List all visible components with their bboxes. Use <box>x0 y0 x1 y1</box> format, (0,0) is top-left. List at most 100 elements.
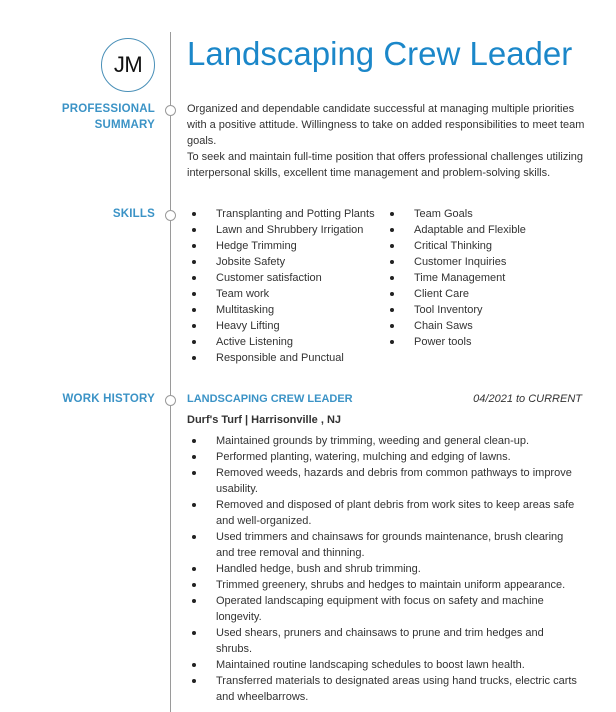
job-bullet-text: Maintained routine landscaping schedules… <box>216 659 525 671</box>
bullet-icon <box>192 308 196 312</box>
job-bullet-text: Performed planting, watering, mulching a… <box>216 451 511 463</box>
resume-title: Landscaping Crew Leader <box>187 35 573 72</box>
bullet-icon <box>192 583 196 587</box>
timeline-line <box>170 32 171 712</box>
skill-item: Multitasking <box>187 302 375 318</box>
initials-avatar: JM <box>101 38 155 92</box>
skill-item-text: Chain Saws <box>414 320 473 332</box>
job-bullet-text: Removed and disposed of plant debris fro… <box>216 499 575 527</box>
skill-item: Adaptable and Flexible <box>385 222 526 238</box>
job-bullet-text: Used trimmers and chainsaws for grounds … <box>216 531 564 559</box>
skill-item-text: Customer Inquiries <box>414 256 507 268</box>
skill-item: Responsible and Punctual <box>187 350 375 366</box>
skill-item: Power tools <box>385 334 526 350</box>
bullet-icon <box>390 340 394 344</box>
bullet-icon <box>390 324 394 328</box>
job-bullet: Used trimmers and chainsaws for grounds … <box>187 529 582 561</box>
bullet-icon <box>192 276 196 280</box>
job-bullet-text: Maintained grounds by trimming, weeding … <box>216 435 530 447</box>
timeline-node-icon <box>165 210 176 221</box>
skill-item-text: Heavy Lifting <box>216 320 280 332</box>
skill-item-text: Time Management <box>414 272 506 284</box>
skill-item-text: Critical Thinking <box>414 240 493 252</box>
job-bullet: Performed planting, watering, mulching a… <box>187 449 582 465</box>
job-bullet-text: Trimmed greenery, shrubs and hedges to m… <box>216 579 566 591</box>
skill-item-text: Team Goals <box>414 208 473 220</box>
skill-item-text: Adaptable and Flexible <box>414 224 526 236</box>
job-bullet: Maintained routine landscaping schedules… <box>187 657 582 673</box>
bullet-icon <box>390 260 394 264</box>
skill-item: Heavy Lifting <box>187 318 375 334</box>
initials-text: JM <box>113 52 143 77</box>
skill-item-text: Multitasking <box>216 304 275 316</box>
skill-item-text: Client Care <box>414 288 470 300</box>
skill-item: Customer satisfaction <box>187 270 375 286</box>
bullet-icon <box>192 567 196 571</box>
bullet-icon <box>390 276 394 280</box>
skill-item: Client Care <box>385 286 526 302</box>
bullet-icon <box>192 679 196 683</box>
job-bullet-text: Operated landscaping equipment with focu… <box>216 595 544 623</box>
bullet-icon <box>390 228 394 232</box>
timeline-node-icon <box>165 105 176 116</box>
skill-item: Time Management <box>385 270 526 286</box>
bullet-icon <box>192 244 196 248</box>
bullet-icon <box>192 356 196 360</box>
skill-item-text: Tool Inventory <box>414 304 483 316</box>
skill-item-text: Jobsite Safety <box>216 256 286 268</box>
bullet-icon <box>192 292 196 296</box>
skills-content: Transplanting and Potting Plants Lawn and… <box>187 206 597 371</box>
bullet-icon <box>192 535 196 539</box>
bullet-icon <box>192 212 196 216</box>
skill-item: Critical Thinking <box>385 238 526 254</box>
skill-item: Transplanting and Potting Plants <box>187 206 375 222</box>
skill-item-text: Active Listening <box>216 336 294 348</box>
skill-item: Chain Saws <box>385 318 526 334</box>
bullet-icon <box>192 455 196 459</box>
skill-item: Lawn and Shrubbery Irrigation <box>187 222 375 238</box>
job-bullet: Handled hedge, bush and shrub trimming. <box>187 561 582 577</box>
section-label-skills: SKILLS <box>112 208 155 220</box>
skill-item: Team work <box>187 286 375 302</box>
job-company: Durf's Turf | Harrisonville , NJ <box>187 414 342 426</box>
job-bullet-text: Removed weeds, hazards and debris from c… <box>216 467 572 495</box>
skills-column-2: Team Goals Adaptable and Flexible Critical… <box>385 206 526 350</box>
job-bullet: Trimmed greenery, shrubs and hedges to m… <box>187 577 582 593</box>
bullet-icon <box>192 631 196 635</box>
job-bullet-text: Used shears, pruners and chainsaws to pr… <box>216 627 544 655</box>
bullet-icon <box>192 471 196 475</box>
summary-label-line1: PROFESSIONAL <box>61 103 155 115</box>
skill-item-text: Hedge Trimming <box>216 240 297 252</box>
bullet-icon <box>192 260 196 264</box>
bullet-icon <box>192 228 196 232</box>
skill-item: Hedge Trimming <box>187 238 375 254</box>
skill-item-text: Transplanting and Potting Plants <box>216 208 375 220</box>
bullet-icon <box>192 324 196 328</box>
skill-item-text: Responsible and Punctual <box>216 352 344 364</box>
job-entry: LANDSCAPING CREW LEADER 04/2021 to CURRE… <box>187 391 582 705</box>
summary-paragraph-2: To seek and maintain full-time position … <box>187 151 584 179</box>
skill-item-text: Customer satisfaction <box>216 272 322 284</box>
job-bullet: Removed and disposed of plant debris fro… <box>187 497 582 529</box>
skills-column-1: Transplanting and Potting Plants Lawn and… <box>187 206 375 366</box>
skill-item: Active Listening <box>187 334 375 350</box>
summary-paragraph-1: Organized and dependable candidate succe… <box>187 103 585 147</box>
job-header: LANDSCAPING CREW LEADER 04/2021 to CURRE… <box>187 391 582 407</box>
bullet-icon <box>192 663 196 667</box>
skill-item: Customer Inquiries <box>385 254 526 270</box>
section-label-work-history: WORK HISTORY <box>62 393 155 405</box>
job-bullet: Operated landscaping equipment with focu… <box>187 593 582 625</box>
summary-content: Organized and dependable candidate succe… <box>187 101 587 181</box>
job-bullet: Used shears, pruners and chainsaws to pr… <box>187 625 582 657</box>
skill-item: Jobsite Safety <box>187 254 375 270</box>
bullet-icon <box>390 244 394 248</box>
bullet-icon <box>390 308 394 312</box>
job-bullet: Maintained grounds by trimming, weeding … <box>187 433 582 449</box>
bullet-icon <box>192 439 196 443</box>
skill-item: Team Goals <box>385 206 526 222</box>
job-dates: 04/2021 to CURRENT <box>473 393 582 405</box>
section-label-summary: PROFESSIONAL SUMMARY <box>62 101 155 133</box>
skill-item-text: Power tools <box>414 336 472 348</box>
job-bullet-text: Handled hedge, bush and shrub trimming. <box>216 563 421 575</box>
job-bullet: Removed weeds, hazards and debris from c… <box>187 465 582 497</box>
